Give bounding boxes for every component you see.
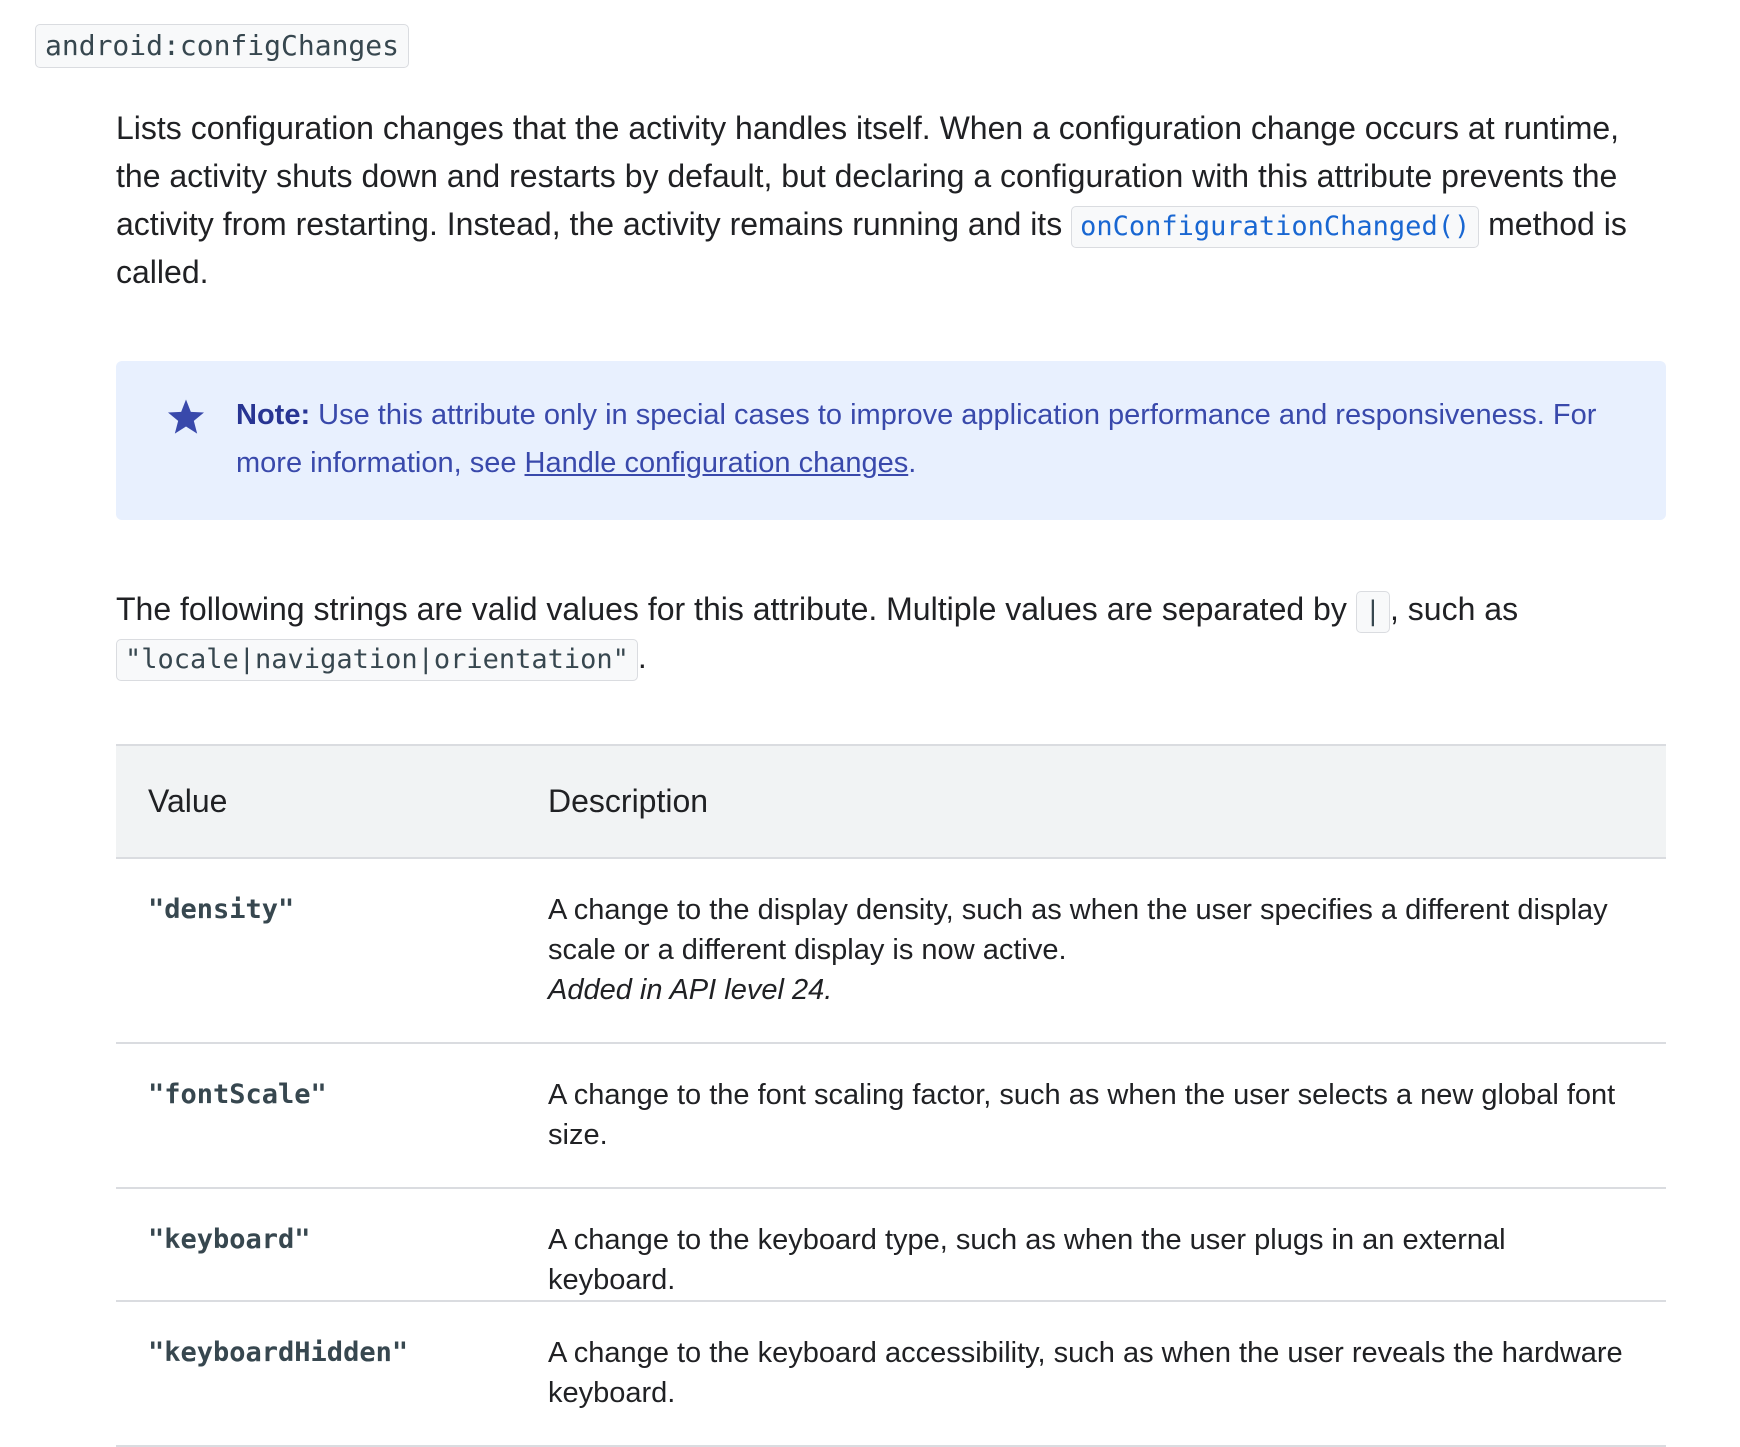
value-cell: "density" [116,858,516,1044]
description-cell: A change to the keyboard type, such as w… [516,1188,1666,1302]
description-cell: A change to the display density, such as… [516,858,1666,1044]
added-in-api-note: Added in API level 24. [548,974,833,1006]
intro-paragraph: Lists configuration changes that the act… [116,104,1646,296]
values-intro-text: The following strings are valid values f… [116,591,1356,627]
on-configuration-changed-link[interactable]: onConfigurationChanged() [1071,206,1480,248]
values-intro-middle: , such as [1390,591,1519,627]
value-cell: "keyboardHidden" [116,1301,516,1447]
values-table: Value Description "density" A change to … [116,744,1666,1447]
table-header-row: Value Description [116,744,1666,859]
note-label: Note: [236,399,311,431]
table-row: "keyboard" A change to the keyboard type… [116,1188,1666,1302]
values-intro-end: . [637,639,647,675]
values-intro-paragraph: The following strings are valid values f… [116,585,1646,681]
value-cell: "keyboard" [116,1188,516,1302]
header-description: Description [516,744,1666,859]
star-icon [168,399,204,434]
description-cell: A change to the font scaling factor, suc… [516,1043,1666,1189]
description-cell: A change to the keyboard accessibility, … [516,1301,1666,1447]
value-cell: "fontScale" [116,1043,516,1189]
handle-configuration-changes-link[interactable]: Handle configuration changes [525,447,909,479]
note-end: . [908,447,917,479]
example-value-code: "locale|navigation|orientation" [116,639,638,681]
description-text: A change to the display density, such as… [548,894,1608,966]
note-callout: Note: Use this attribute only in special… [116,361,1666,520]
attribute-name-code: android:configChanges [35,24,410,68]
note-body: Note: Use this attribute only in special… [236,399,1596,479]
table-row: "keyboardHidden" A change to the keyboar… [116,1301,1666,1447]
table-row: "fontScale" A change to the font scaling… [116,1043,1666,1189]
separator-code: | [1355,591,1390,633]
table-row: "density" A change to the display densit… [116,858,1666,1044]
header-value: Value [116,744,516,859]
